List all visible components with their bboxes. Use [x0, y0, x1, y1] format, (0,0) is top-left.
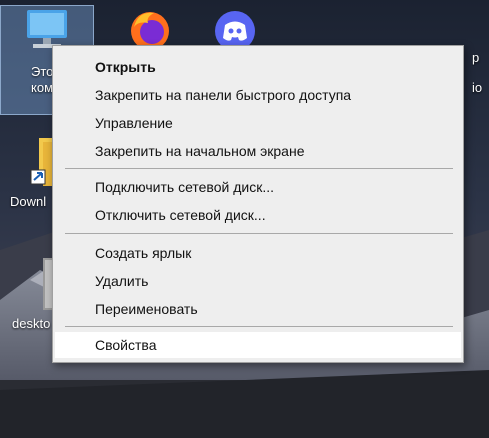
desktop-icon-label: p	[472, 50, 480, 65]
menu-item-pin-quick-access[interactable]: Закрепить на панели быстрого доступа	[55, 82, 461, 108]
menu-item-manage[interactable]: Управление	[55, 110, 461, 136]
desktop-icon-label: io	[472, 80, 483, 95]
menu-item-label: Подключить сетевой диск...	[95, 179, 274, 195]
menu-separator	[65, 233, 453, 234]
menu-item-disconnect-network-drive[interactable]: Отключить сетевой диск...	[55, 202, 461, 228]
menu-item-label: Открыть	[95, 59, 156, 75]
menu-separator	[65, 326, 453, 327]
menu-item-label: Закрепить на панели быстрого доступа	[95, 87, 352, 103]
menu-separator	[65, 168, 453, 169]
menu-item-create-shortcut[interactable]: Создать ярлык	[55, 240, 461, 266]
menu-item-label: Создать ярлык	[95, 245, 192, 261]
menu-item-label: Отключить сетевой диск...	[95, 207, 266, 223]
menu-item-label: Управление	[95, 115, 173, 131]
context-menu: Открыть Закрепить на панели быстрого дос…	[52, 45, 464, 363]
menu-item-map-network-drive[interactable]: Подключить сетевой диск...	[55, 174, 461, 200]
menu-item-label: Закрепить на начальном экране	[95, 143, 305, 159]
menu-item-label: Переименовать	[95, 301, 198, 317]
desktop-icon-partial-right[interactable]: p io	[472, 50, 489, 110]
menu-item-open[interactable]: Открыть	[55, 54, 461, 80]
menu-item-label: Свойства	[95, 337, 157, 353]
menu-item-pin-start[interactable]: Закрепить на начальном экране	[55, 138, 461, 164]
menu-item-label: Удалить	[95, 273, 149, 289]
menu-item-delete[interactable]: Удалить	[55, 268, 461, 294]
menu-item-rename[interactable]: Переименовать	[55, 296, 461, 322]
menu-item-properties[interactable]: Свойства	[55, 332, 461, 358]
